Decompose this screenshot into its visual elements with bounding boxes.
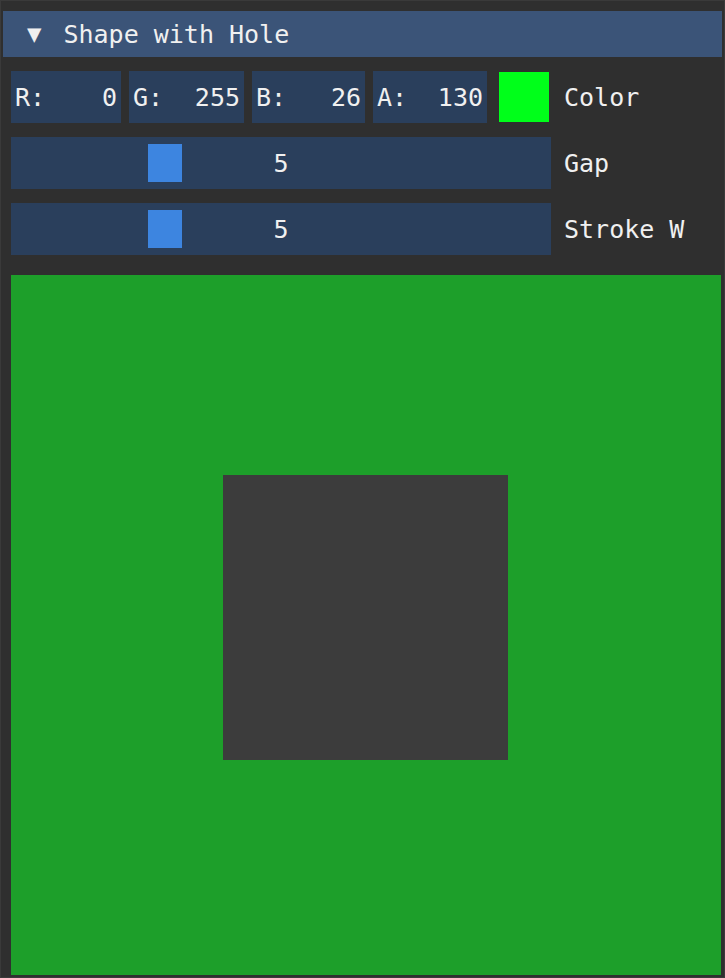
slider-value: 5 bbox=[273, 215, 288, 244]
color-label: Color bbox=[564, 83, 639, 112]
window-content: R:0G:255B:26A:130 Color 5 Gap 5 Stroke W bbox=[1, 57, 724, 975]
window-title: Shape with Hole bbox=[63, 20, 289, 49]
shape-with-hole bbox=[11, 275, 721, 975]
color-edit: R:0G:255B:26A:130 Color bbox=[11, 71, 714, 123]
slider-label: Stroke W bbox=[564, 215, 684, 244]
slider-track[interactable]: 5 bbox=[11, 203, 551, 255]
color-swatch[interactable] bbox=[499, 72, 549, 122]
slider-value: 5 bbox=[273, 149, 288, 178]
slider-row: 5 Stroke W bbox=[11, 203, 714, 255]
color-channel-field[interactable]: B:26 bbox=[252, 71, 365, 123]
slider-grab[interactable] bbox=[148, 144, 182, 182]
color-channel-field[interactable]: G:255 bbox=[129, 71, 244, 123]
slider-track[interactable]: 5 bbox=[11, 137, 551, 189]
title-bar[interactable]: ▼ Shape with Hole bbox=[3, 11, 722, 57]
drawing-canvas bbox=[11, 275, 721, 975]
slider-label: Gap bbox=[564, 149, 609, 178]
color-channel-field[interactable]: R:0 bbox=[11, 71, 121, 123]
imgui-window: ▼ Shape with Hole R:0G:255B:26A:130 Color 5 G… bbox=[0, 0, 725, 978]
slider-row: 5 Gap bbox=[11, 137, 714, 189]
slider-grab[interactable] bbox=[148, 210, 182, 248]
color-channel-field[interactable]: A:130 bbox=[373, 71, 487, 123]
collapse-arrow-icon[interactable]: ▼ bbox=[27, 20, 41, 48]
shape-fill bbox=[11, 275, 721, 975]
